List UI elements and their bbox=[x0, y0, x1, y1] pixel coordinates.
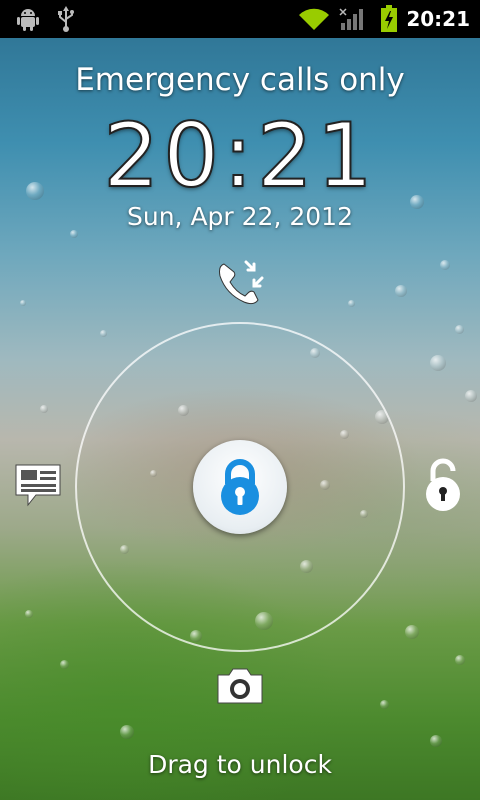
carrier-text: Emergency calls only bbox=[75, 62, 405, 98]
lockscreen-date: Sun, Apr 22, 2012 bbox=[127, 202, 353, 231]
lock-icon bbox=[221, 459, 259, 515]
unlock-icon[interactable] bbox=[416, 456, 470, 514]
lockscreen-clock: 20:21 bbox=[102, 103, 377, 208]
status-bar-clock: 20:21 bbox=[406, 7, 470, 31]
signal-icon bbox=[338, 0, 366, 38]
android-debug-icon bbox=[14, 0, 42, 38]
usb-icon bbox=[52, 0, 80, 38]
unlock-handle[interactable] bbox=[193, 440, 287, 534]
wifi-icon bbox=[297, 0, 331, 38]
battery-charging-icon bbox=[376, 0, 402, 38]
camera-icon[interactable] bbox=[212, 662, 268, 710]
missed-call-icon[interactable] bbox=[210, 256, 270, 312]
status-bar: 20:21 bbox=[0, 0, 480, 38]
unlock-hint: Drag to unlock bbox=[148, 750, 332, 779]
message-icon[interactable] bbox=[10, 460, 66, 510]
